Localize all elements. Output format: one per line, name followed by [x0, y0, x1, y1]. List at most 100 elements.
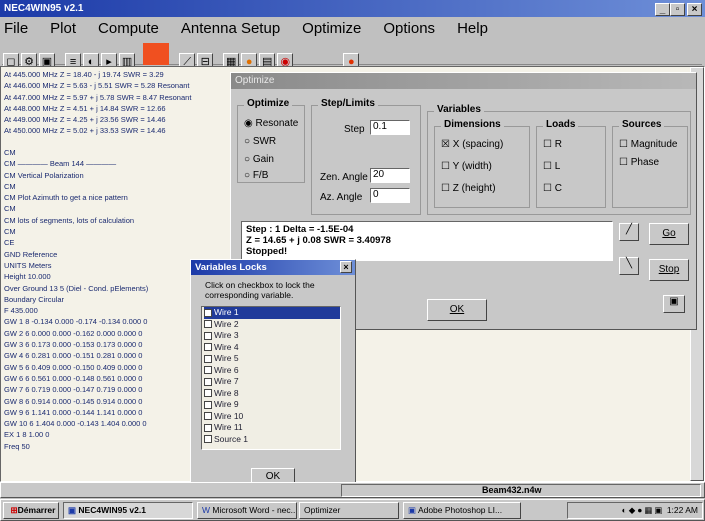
lock-item[interactable]: Source 1 [204, 434, 340, 446]
result-line: At 446.000 MHz Z = 5.63 - j 5.51 SWR = 5… [4, 81, 190, 91]
status-state: Stopped! [246, 246, 288, 257]
optimize-ok-button[interactable]: OK [427, 299, 487, 321]
listing-line: CM ———— Beam 144 ———— [4, 159, 117, 169]
taskbar-item-nec4win[interactable]: ▣ NEC4WIN95 v2.1 [63, 502, 193, 519]
sources-label: Sources [619, 119, 665, 130]
taskbar-item-word[interactable]: W Microsoft Word - nec... [197, 502, 297, 519]
zen-angle-input[interactable]: 20 [370, 168, 410, 183]
menu-antenna-setup[interactable]: Antenna Setup [181, 20, 280, 37]
lock-item[interactable]: Wire 6 [204, 365, 340, 377]
lock-item[interactable]: Wire 1 [204, 307, 340, 319]
radio-fb[interactable]: ○ F/B [244, 170, 268, 181]
step-label: Step [344, 124, 365, 135]
menu-bar: File Plot Compute Antenna Setup Optimize Opti… [4, 20, 704, 42]
info-icon[interactable]: ▣ [663, 295, 685, 313]
go-button[interactable]: Go [649, 223, 689, 245]
listing-line: CM lots of segments, lots of calculation [4, 215, 135, 225]
menu-optimize[interactable]: Optimize [302, 20, 361, 37]
listing-line: GW 7 6 0.719 0.000 -0.147 0.719 0.000 0 [4, 385, 143, 395]
check-label: R [554, 139, 562, 150]
lock-item-label: Wire 4 [214, 341, 239, 352]
nec-icon: ▣ [68, 505, 77, 515]
lock-item[interactable]: Wire 11 [204, 422, 340, 434]
stop-button[interactable]: Stop [649, 259, 689, 281]
check-magnitude[interactable]: ☐ Magnitude [619, 139, 677, 150]
start-button[interactable]: ⊞Démarrer [3, 502, 59, 519]
lock-item[interactable]: Wire 3 [204, 330, 340, 342]
listing-line: UNITS Meters [4, 260, 52, 270]
status-step: Step : 1 Delta = -1.5E-04 [246, 224, 354, 235]
variables-group: Variables Dimensions ☒ X (spacing) ☐ Y (… [427, 104, 691, 215]
taskbar-item-optimizer[interactable]: Optimizer [299, 502, 399, 519]
listing-line: CM Vertical Polarization [4, 170, 84, 180]
lock-item-label: Wire 3 [214, 330, 239, 340]
listing-line: F 435.000 [4, 306, 38, 316]
lock-item-label: Wire 10 [214, 410, 244, 421]
app-title: NEC4WIN95 v2.1 [4, 3, 84, 14]
check-load-r[interactable]: ☐ R [543, 139, 562, 150]
step-down-button[interactable]: ╲ [619, 257, 639, 275]
check-load-c[interactable]: ☐ C [543, 183, 562, 194]
listing-line: GW 2 6 0.000 0.000 -0.162 0.000 0.000 0 [4, 328, 143, 338]
step-up-button[interactable]: ╱ [619, 223, 639, 241]
listing-line: Boundary Circular [4, 294, 65, 304]
loads-group: Loads ☐ R ☐ L ☐ C [536, 119, 606, 208]
check-y-width[interactable]: ☐ Y (width) [441, 161, 492, 172]
step-input[interactable]: 0.1 [370, 120, 410, 135]
main-titlebar: NEC4WIN95 v2.1 _ ▫ × [0, 0, 705, 17]
variables-label: Variables [434, 104, 484, 115]
lock-item[interactable]: Wire 8 [204, 388, 340, 400]
zen-angle-label: Zen. Angle [320, 172, 368, 183]
menu-compute[interactable]: Compute [98, 20, 159, 37]
lock-item[interactable]: Wire 5 [204, 353, 340, 365]
menu-help[interactable]: Help [457, 20, 488, 37]
lock-item[interactable]: Wire 9 [204, 399, 340, 411]
az-angle-label: Az. Angle [320, 192, 363, 203]
step-limits-group: Step/Limits Step 0.1 Zen. Angle 20 Az. A… [311, 98, 421, 215]
lock-item-label: Source 1 [214, 433, 249, 444]
lock-item-label: Wire 7 [214, 376, 239, 386]
status-bar: Beam432.n4w [0, 482, 705, 498]
maximize-button[interactable]: ▫ [670, 3, 685, 16]
result-line: At 450.000 MHz Z = 5.02 + j 33.53 SWR = … [4, 126, 166, 136]
lock-item[interactable]: Wire 4 [204, 342, 340, 354]
listing-line: CM [4, 148, 16, 157]
close-button[interactable]: × [687, 3, 702, 16]
check-label: Magnitude [630, 139, 678, 150]
listing-line: GW 9 6 1.141 0.000 -0.144 1.141 0.000 0 [4, 407, 143, 417]
result-line: At 448.000 MHz Z = 4.51 + j 14.84 SWR = … [4, 103, 166, 113]
check-z-height[interactable]: ☐ Z (height) [441, 183, 496, 194]
lock-item[interactable]: Wire 7 [204, 376, 340, 388]
taskbar-item-photoshop[interactable]: ▣ Adobe Photoshop LI... [403, 502, 521, 519]
menu-plot[interactable]: Plot [50, 20, 76, 37]
radio-swr[interactable]: ○ SWR [244, 136, 276, 147]
tray-icons: ◐◆●▦▣ [621, 505, 665, 515]
listing-line: CM [4, 227, 16, 237]
dimensions-label: Dimensions [441, 119, 504, 130]
radio-gain[interactable]: ○ Gain [244, 154, 274, 165]
check-phase[interactable]: ☐ Phase [619, 157, 659, 168]
listing-line: EX 1 8 1.00 0 [4, 430, 50, 440]
radio-resonate[interactable]: ◉ Resonate [244, 118, 298, 129]
menu-file[interactable]: File [4, 20, 28, 37]
variables-locks-close-button[interactable]: × [340, 261, 352, 273]
check-load-l[interactable]: ☐ L [543, 161, 560, 172]
listing-line: GW 8 6 0.914 0.000 -0.145 0.914 0.000 0 [4, 396, 143, 406]
radio-label: SWR [252, 136, 277, 147]
lock-item[interactable]: Wire 2 [204, 319, 340, 331]
variables-locks-title: Variables Locks [195, 262, 267, 273]
lock-item-label: Wire 2 [214, 318, 239, 329]
check-label: Z (height) [452, 183, 496, 194]
lock-item-label: Wire 9 [214, 399, 239, 409]
menu-options[interactable]: Options [383, 20, 435, 37]
status-filename: Beam432.n4w [341, 484, 701, 497]
az-angle-input[interactable]: 0 [370, 188, 410, 203]
active-tool-icon[interactable] [143, 43, 170, 65]
listing-line: CM [4, 204, 16, 214]
minimize-button[interactable]: _ [655, 3, 670, 16]
taskbar-label: Optimizer [304, 505, 341, 515]
radio-label: F/B [252, 170, 269, 181]
lock-item[interactable]: Wire 10 [204, 411, 340, 423]
taskbar: ⊞Démarrer ▣ NEC4WIN95 v2.1 W Microsoft W… [0, 499, 705, 521]
check-x-spacing[interactable]: ☒ X (spacing) [441, 139, 503, 150]
